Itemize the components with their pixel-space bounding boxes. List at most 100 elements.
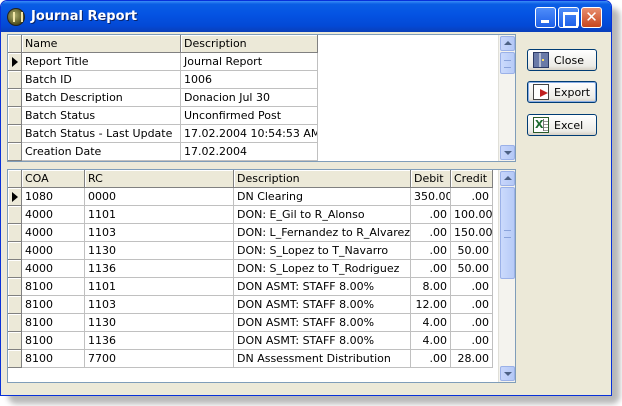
- coa-cell[interactable]: 8100: [22, 332, 85, 350]
- credit-cell[interactable]: .00: [451, 278, 493, 296]
- debit-cell[interactable]: .00: [411, 206, 451, 224]
- table-row[interactable]: Batch ID 1006: [8, 71, 318, 89]
- debit-cell[interactable]: .00: [411, 350, 451, 368]
- table-row[interactable]: Creation Date 17.02.2004: [8, 143, 318, 161]
- credit-cell[interactable]: .00: [451, 296, 493, 314]
- debit-cell[interactable]: 12.00: [411, 296, 451, 314]
- credit-cell[interactable]: 100.00: [451, 206, 493, 224]
- rc-cell[interactable]: 1103: [85, 296, 234, 314]
- table-row[interactable]: Report Title Journal Report: [8, 53, 318, 71]
- journal-lines-scrollbar[interactable]: [498, 170, 515, 382]
- info-name-cell[interactable]: Batch Status - Last Update: [22, 125, 181, 143]
- rc-cell[interactable]: 1103: [85, 224, 234, 242]
- info-name-cell[interactable]: Creation Date: [22, 143, 181, 161]
- debit-cell[interactable]: 8.00: [411, 278, 451, 296]
- description-cell[interactable]: DON ASMT: STAFF 8.00%: [234, 314, 411, 332]
- table-row[interactable]: 4000 1101 DON: E_Gil to R_Alonso .00 100…: [8, 206, 493, 224]
- rc-cell[interactable]: 1136: [85, 260, 234, 278]
- table-row[interactable]: Batch Description Donacion Jul 30: [8, 89, 318, 107]
- credit-cell[interactable]: .00: [451, 314, 493, 332]
- info-value-cell[interactable]: Journal Report: [181, 53, 318, 71]
- description-cell[interactable]: DON: S_Lopez to T_Navarro: [234, 242, 411, 260]
- coa-cell[interactable]: 4000: [22, 206, 85, 224]
- info-name-cell[interactable]: Report Title: [22, 53, 181, 71]
- column-header-name[interactable]: Name: [22, 35, 181, 53]
- table-row[interactable]: 4000 1136 DON: S_Lopez to T_Rodriguez .0…: [8, 260, 493, 278]
- rc-cell[interactable]: 1130: [85, 242, 234, 260]
- coa-cell[interactable]: 4000: [22, 242, 85, 260]
- description-cell[interactable]: DON: S_Lopez to T_Rodriguez: [234, 260, 411, 278]
- description-cell[interactable]: DON: E_Gil to R_Alonso: [234, 206, 411, 224]
- description-cell[interactable]: DON ASMT: STAFF 8.00%: [234, 278, 411, 296]
- info-value-cell[interactable]: 17.02.2004: [181, 143, 318, 161]
- column-header-description[interactable]: Description: [181, 35, 318, 53]
- excel-button[interactable]: Excel: [527, 114, 597, 136]
- batch-info-grid[interactable]: Name Description Report Title Journal Re…: [7, 34, 516, 162]
- credit-cell[interactable]: .00: [451, 332, 493, 350]
- close-window-button[interactable]: ✕: [581, 7, 602, 28]
- credit-cell[interactable]: .00: [451, 188, 493, 206]
- table-row[interactable]: 8100 1136 DON ASMT: STAFF 8.00% 4.00 .00: [8, 332, 493, 350]
- rc-cell[interactable]: 1130: [85, 314, 234, 332]
- rc-cell[interactable]: 1101: [85, 206, 234, 224]
- debit-cell[interactable]: 4.00: [411, 332, 451, 350]
- export-button[interactable]: Export: [527, 81, 597, 103]
- debit-cell[interactable]: 4.00: [411, 314, 451, 332]
- column-header-coa[interactable]: COA: [22, 170, 85, 188]
- table-row[interactable]: 4000 1130 DON: S_Lopez to T_Navarro .00 …: [8, 242, 493, 260]
- batch-info-scrollbar[interactable]: [498, 35, 515, 161]
- credit-cell[interactable]: 50.00: [451, 260, 493, 278]
- coa-cell[interactable]: 8100: [22, 278, 85, 296]
- info-name-cell[interactable]: Batch Description: [22, 89, 181, 107]
- description-cell[interactable]: DN Assessment Distribution: [234, 350, 411, 368]
- coa-cell[interactable]: 4000: [22, 224, 85, 242]
- coa-cell[interactable]: 8100: [22, 314, 85, 332]
- debit-cell[interactable]: .00: [411, 224, 451, 242]
- scroll-up-button[interactable]: [500, 36, 515, 51]
- debit-cell[interactable]: .00: [411, 242, 451, 260]
- description-cell[interactable]: DON: L_Fernandez to R_Alvarez: [234, 224, 411, 242]
- app-icon[interactable]: [7, 8, 25, 26]
- scroll-down-button[interactable]: [500, 366, 515, 381]
- table-row[interactable]: 8100 1103 DON ASMT: STAFF 8.00% 12.00 .0…: [8, 296, 493, 314]
- table-row[interactable]: Batch Status Unconfirmed Post: [8, 107, 318, 125]
- coa-cell[interactable]: 8100: [22, 296, 85, 314]
- credit-cell[interactable]: 150.00: [451, 224, 493, 242]
- column-header-debit[interactable]: Debit: [411, 170, 451, 188]
- info-value-cell[interactable]: Donacion Jul 30: [181, 89, 318, 107]
- journal-lines-grid[interactable]: COA RC Description Debit Credit 1080 000…: [7, 169, 516, 383]
- coa-cell[interactable]: 1080: [22, 188, 85, 206]
- credit-cell[interactable]: 50.00: [451, 242, 493, 260]
- description-cell[interactable]: DN Clearing: [234, 188, 411, 206]
- table-row[interactable]: 1080 0000 DN Clearing 350.00 .00: [8, 188, 493, 206]
- maximize-button[interactable]: [558, 7, 579, 28]
- rc-cell[interactable]: 1136: [85, 332, 234, 350]
- scroll-thumb[interactable]: [500, 52, 515, 74]
- column-header-rc[interactable]: RC: [85, 170, 234, 188]
- table-row[interactable]: 8100 7700 DN Assessment Distribution .00…: [8, 350, 493, 368]
- description-cell[interactable]: DON ASMT: STAFF 8.00%: [234, 332, 411, 350]
- info-value-cell[interactable]: 1006: [181, 71, 318, 89]
- info-name-cell[interactable]: Batch Status: [22, 107, 181, 125]
- column-header-description[interactable]: Description: [234, 170, 411, 188]
- table-row[interactable]: 8100 1130 DON ASMT: STAFF 8.00% 4.00 .00: [8, 314, 493, 332]
- debit-cell[interactable]: .00: [411, 260, 451, 278]
- debit-cell[interactable]: 350.00: [411, 188, 451, 206]
- title-bar[interactable]: Journal Report ✕: [1, 1, 611, 32]
- table-row[interactable]: Batch Status - Last Update 17.02.2004 10…: [8, 125, 318, 143]
- info-value-cell[interactable]: Unconfirmed Post: [181, 107, 318, 125]
- rc-cell[interactable]: 0000: [85, 188, 234, 206]
- description-cell[interactable]: DON ASMT: STAFF 8.00%: [234, 296, 411, 314]
- info-value-cell[interactable]: 17.02.2004 10:54:53 AM: [181, 125, 318, 143]
- scroll-thumb[interactable]: [500, 187, 515, 279]
- coa-cell[interactable]: 8100: [22, 350, 85, 368]
- column-header-credit[interactable]: Credit: [451, 170, 493, 188]
- close-button[interactable]: Close: [527, 49, 597, 71]
- scroll-up-button[interactable]: [500, 171, 515, 186]
- info-name-cell[interactable]: Batch ID: [22, 71, 181, 89]
- credit-cell[interactable]: 28.00: [451, 350, 493, 368]
- coa-cell[interactable]: 4000: [22, 260, 85, 278]
- rc-cell[interactable]: 1101: [85, 278, 234, 296]
- scroll-down-button[interactable]: [500, 145, 515, 160]
- table-row[interactable]: 4000 1103 DON: L_Fernandez to R_Alvarez …: [8, 224, 493, 242]
